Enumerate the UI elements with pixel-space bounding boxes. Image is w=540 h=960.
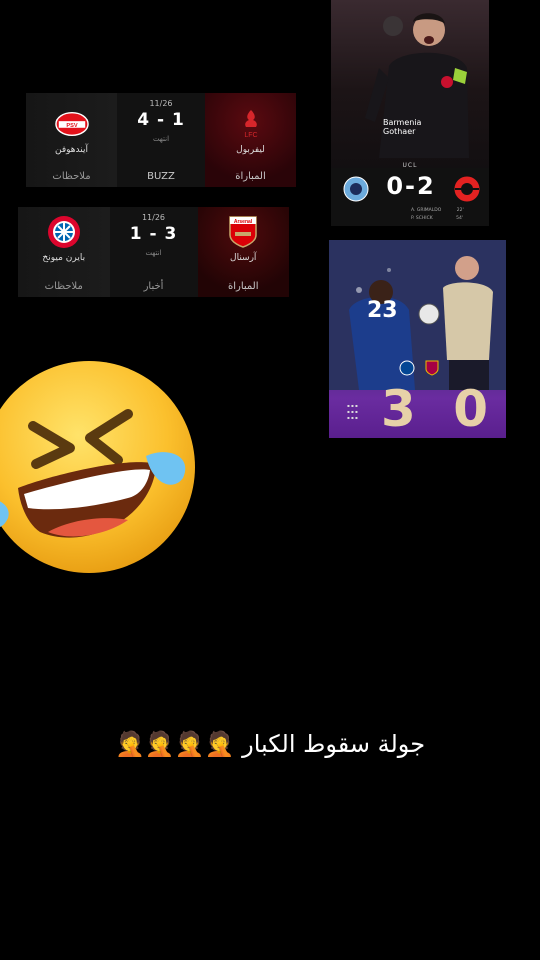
match-status: انتهت — [145, 249, 162, 257]
notes-link[interactable]: ملاحظات — [45, 281, 83, 292]
sponsor-line-1: Barmenia — [383, 118, 422, 127]
shirt-number: 23 — [367, 298, 398, 323]
notes-link[interactable]: ملاحظات — [52, 171, 90, 182]
competition-label: UCL — [402, 162, 418, 169]
barcelona-crest-icon — [425, 360, 439, 376]
match-card-liverpool-psv[interactable]: PSV آيندهوفن ملاحظات 11/26 4 - 1 انتهت B… — [26, 93, 296, 187]
home-team-panel: Arsenal آرسنال المباراة — [197, 207, 289, 297]
match-status: انتهت — [152, 135, 170, 143]
scorer-2-name: P. SCHICK — [411, 216, 433, 221]
arsenal-crest-icon: Arsenal — [226, 215, 260, 249]
scorer-2: P. SCHICK 54' — [411, 216, 463, 221]
home-team-name: آرسنال — [230, 253, 257, 263]
scorer-1: A. GRIMALDO 22' — [411, 208, 464, 213]
match-info-text: ▪ ▪ ▪ ▪ ▪ ▪ ▪ ▪ ▪ — [347, 403, 358, 420]
caption-text: جولة سقوط الكبار 🤦🤦🤦🤦 — [114, 730, 426, 758]
liverpool-crest-icon: LFC — [234, 107, 268, 141]
match-card-arsenal-bayern[interactable]: بايرن ميونخ ملاحظات 11/26 1 - 3 انتهت أخ… — [18, 207, 289, 297]
man-city-crest-icon — [343, 176, 369, 202]
players-photo — [329, 240, 506, 390]
svg-text:Arsenal: Arsenal — [234, 219, 253, 225]
match-link[interactable]: المباراة — [235, 171, 266, 182]
shirt-sponsor: Barmenia Gothaer — [383, 118, 421, 136]
result-score: 3 0 — [381, 380, 498, 438]
chelsea-crest-icon — [399, 360, 415, 376]
buzz-link[interactable]: BUZZ — [147, 171, 175, 182]
chelsea-barcelona-card: 23 ▪ ▪ ▪ ▪ ▪ ▪ ▪ ▪ ▪ 3 0 — [329, 240, 506, 438]
home-team-panel: LFC ليفربول المباراة — [205, 93, 296, 187]
match-date: 11/26 — [149, 99, 173, 108]
psv-crest-icon: PSV — [54, 107, 89, 141]
scorer-1-minute: 22' — [456, 208, 464, 213]
result-score: 0-2 — [386, 172, 436, 200]
laughing-emoji-icon — [0, 361, 195, 573]
sponsor-line-2: Gothaer — [383, 127, 416, 136]
leverkusen-result-card: Barmenia Gothaer UCL 0-2 A. GRIMALDO 22'… — [331, 0, 489, 226]
match-link[interactable]: المباراة — [228, 281, 259, 292]
match-date: 11/26 — [141, 213, 166, 222]
svg-text:PSV: PSV — [66, 123, 78, 129]
bayern-crest-icon — [47, 215, 81, 249]
score-panel: 11/26 4 - 1 انتهت BUZZ — [117, 93, 205, 187]
match-score: 1 - 3 — [129, 224, 178, 244]
away-team-panel: PSV آيندهوفن ملاحظات — [26, 93, 117, 187]
score-panel: 11/26 1 - 3 انتهت أخبار — [109, 207, 198, 297]
away-team-panel: بايرن ميونخ ملاحظات — [18, 207, 110, 297]
scorer-1-name: A. GRIMALDO — [411, 208, 442, 213]
leverkusen-crest-icon — [453, 175, 481, 203]
news-link[interactable]: أخبار — [144, 281, 164, 292]
svg-text:LFC: LFC — [244, 132, 257, 139]
match-score: 4 - 1 — [137, 110, 185, 130]
away-team-name: بايرن ميونخ — [42, 253, 86, 263]
scorer-2-minute: 54' — [456, 216, 464, 221]
away-team-name: آيندهوفن — [55, 145, 88, 155]
home-team-name: ليفربول — [236, 145, 265, 155]
